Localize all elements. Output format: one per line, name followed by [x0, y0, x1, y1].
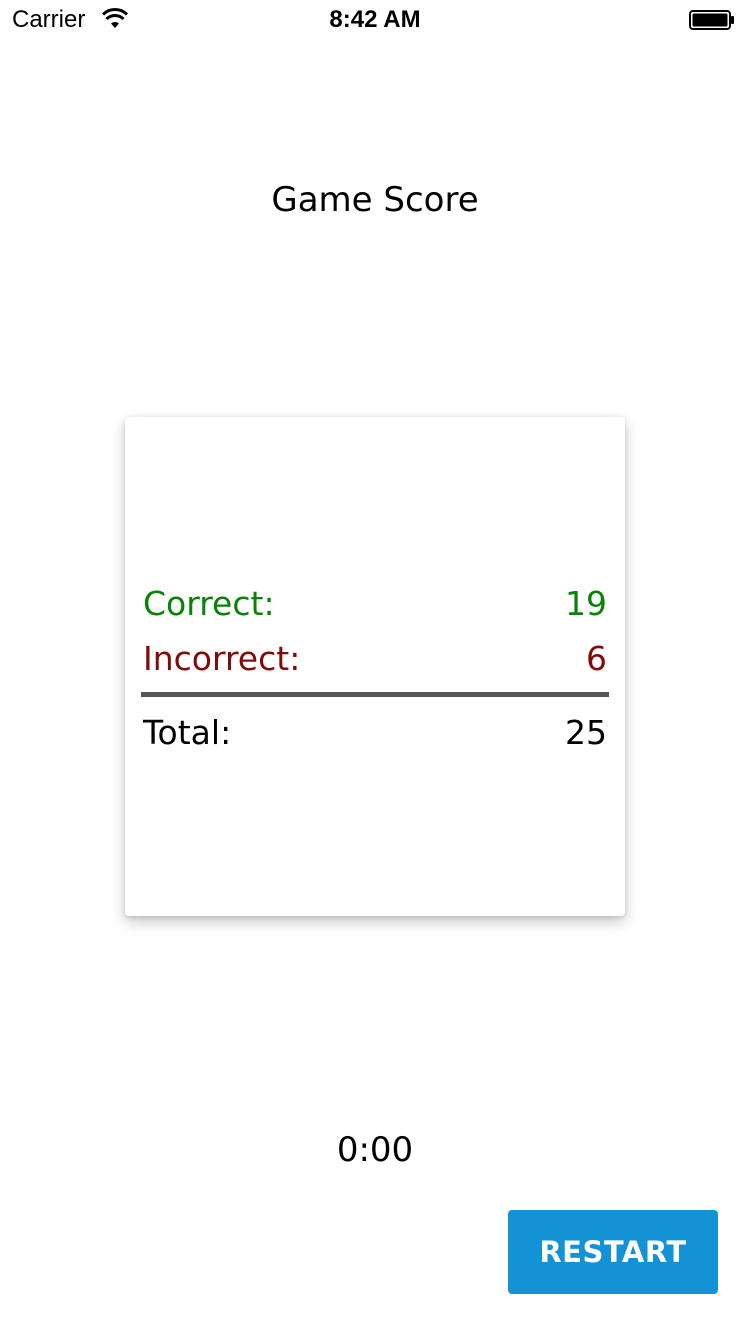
correct-row: Correct: 19 [143, 581, 607, 625]
incorrect-label: Incorrect: [143, 638, 301, 678]
battery-icon [689, 10, 734, 30]
timer-display: 0:00 [336, 1130, 414, 1170]
score-divider [141, 692, 609, 697]
total-label: Total: [143, 712, 232, 752]
restart-button[interactable]: RESTART [508, 1210, 718, 1294]
status-time: 8:42 AM [329, 6, 421, 33]
status-bar: Carrier 8:42 AM [0, 0, 750, 40]
score-card: Correct: 19 Incorrect: 6 Total: 25 [125, 417, 625, 916]
incorrect-row: Incorrect: 6 [143, 636, 607, 680]
correct-label: Correct: [143, 583, 275, 623]
incorrect-value: 6 [586, 638, 607, 678]
correct-value: 19 [565, 583, 607, 623]
page-title: Game Score [271, 180, 479, 220]
total-row: Total: 25 [143, 710, 607, 754]
total-value: 25 [565, 712, 607, 752]
